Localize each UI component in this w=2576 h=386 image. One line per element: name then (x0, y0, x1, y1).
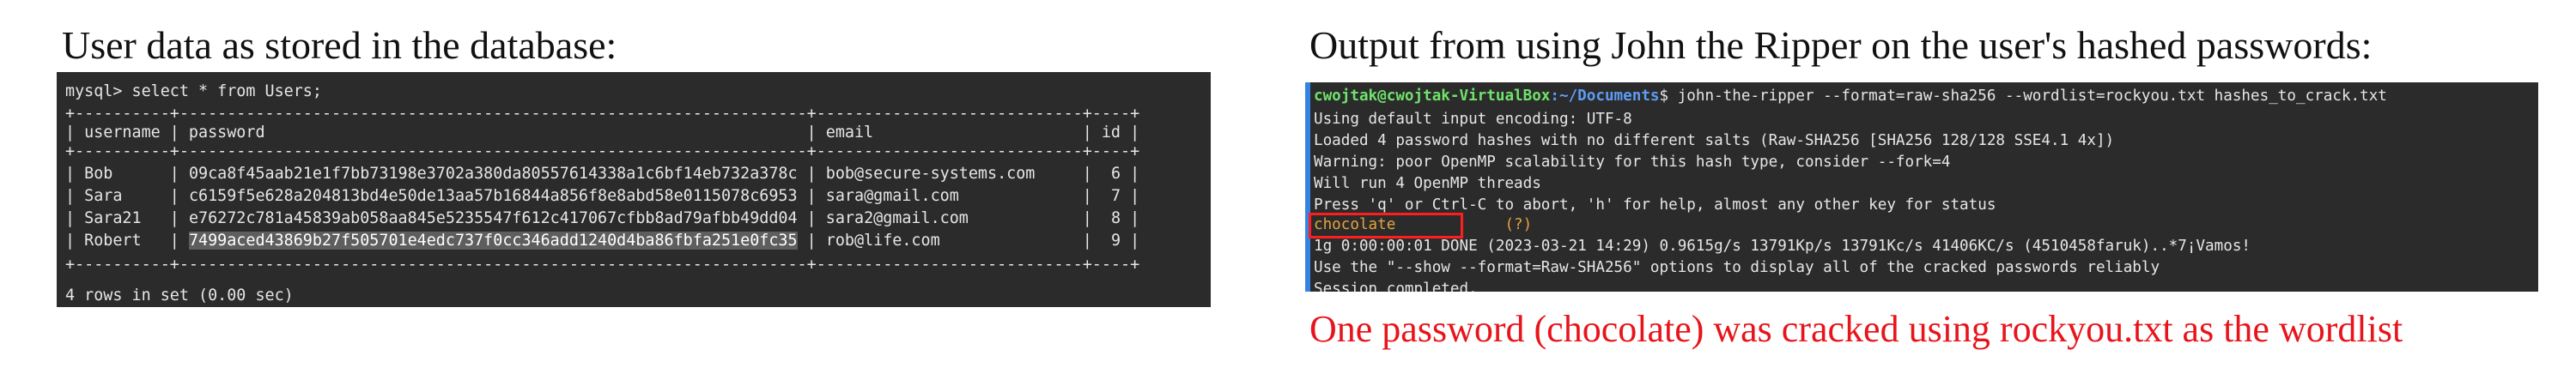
terminal-focus-stripe (1305, 82, 1310, 292)
table-cell-text: | rob@life.com | 9 | (797, 232, 1140, 250)
rows-in-set-text: 4 rows in set (0.00 sec) (65, 286, 294, 305)
table-cell-text: | sara@gmail.com | 7 | (797, 187, 1140, 205)
table-row: | Sara21 | e76272c781a45839ab058aa845e52… (65, 209, 1140, 227)
john-output-line: Using default input encoding: UTF-8 (1314, 111, 1632, 128)
password-hash-cell: e76272c781a45839ab058aa845e5235547f612c4… (188, 209, 798, 227)
password-hash-cell: 7499aced43869b27f505701e4edc737f0cc346ad… (188, 232, 798, 250)
table-cell-text: | Sara21 | (65, 209, 189, 227)
table-row: | Bob | 09ca8f45aab21e1f7bb73198e3702a38… (65, 166, 1139, 182)
john-output-line: Press 'q' or Ctrl-C to abort, 'h' for he… (1314, 196, 1996, 214)
password-hash-cell: 09ca8f45aab21e1f7bb73198e3702a380da80557… (188, 165, 798, 183)
table-row: | Robert | 7499aced43869b27f505701e4edc7… (65, 232, 1140, 250)
table-cell-text: | bob@secure-systems.com | 6 | (797, 165, 1140, 183)
cracked-user: (?) (1504, 216, 1533, 233)
table-cell-text: | Sara | (65, 187, 189, 205)
table-border-bottom: +----------+----------------------------… (65, 256, 1140, 274)
table-row: | Sara | c6159f5e628a204813bd4e50de13aa5… (65, 187, 1140, 205)
john-output-line: Loaded 4 password hashes with no differe… (1314, 132, 2115, 149)
table-border-top: +----------+----------------------------… (65, 105, 1140, 123)
john-output-line: Will run 4 OpenMP threads (1314, 175, 1541, 192)
password-hash-cell: c6159f5e628a204813bd4e50de13aa57b16844a8… (188, 187, 798, 205)
john-output-line: Warning: poor OpenMP scalability for thi… (1314, 154, 1951, 171)
cracked-highlight-box (1309, 213, 1463, 238)
john-command-line: cwojtak@cwojtak-VirtualBox:~/Documents$ … (1314, 87, 2387, 105)
mysql-terminal-window[interactable]: mysql> select * from Users; +----------+… (57, 72, 1211, 307)
prompt-user-host: cwojtak@cwojtak-VirtualBox (1314, 87, 1551, 105)
table-header-row: | username | password | email | id | (65, 124, 1140, 142)
left-caption: User data as stored in the database: (62, 23, 617, 67)
table-cell-text: | sara2@gmail.com | 8 | (797, 209, 1140, 227)
john-output-line: Use the "--show --format=Raw-SHA256" opt… (1314, 259, 2160, 276)
result-caption: One password (chocolate) was cracked usi… (1309, 308, 2403, 350)
table-cell-text: | Bob | (65, 165, 189, 183)
john-output-line: 1g 0:00:00:01 DONE (2023-03-21 14:29) 0.… (1314, 238, 2251, 255)
right-caption: Output from using John the Ripper on the… (1309, 23, 2372, 67)
john-terminal-window[interactable]: cwojtak@cwojtak-VirtualBox:~/Documents$ … (1305, 82, 2538, 292)
table-border-mid: +----------+----------------------------… (65, 142, 1140, 160)
john-output-line: Session completed. (1314, 280, 1478, 292)
mysql-prompt-line: mysql> select * from Users; (65, 82, 322, 100)
table-cell-text: | Robert | (65, 232, 189, 250)
john-command: $ john-the-ripper --format=raw-sha256 --… (1659, 87, 2387, 105)
prompt-path: :~/Documents (1550, 87, 1660, 105)
